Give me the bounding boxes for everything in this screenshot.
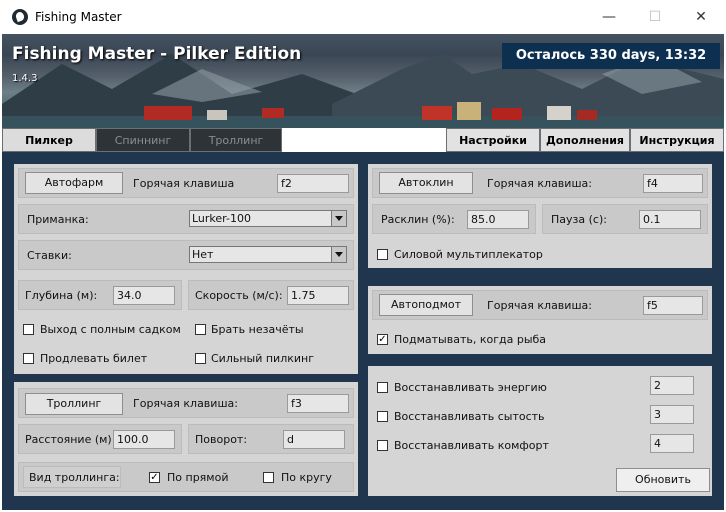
tab-spinning[interactable]: Спиннинг	[96, 128, 190, 152]
minimize-button[interactable]: —	[586, 0, 632, 34]
satiety-checkbox[interactable]	[377, 411, 388, 422]
depth-row: Глубина (м): 34.0	[18, 280, 182, 310]
reel-label: Подматывать, когда рыба	[394, 333, 547, 346]
close-button[interactable]: ✕	[678, 0, 724, 34]
strong-pilking-checkbox[interactable]	[195, 353, 206, 364]
straight-checkbox[interactable]: ✓	[149, 472, 160, 483]
energy-input[interactable]: 2	[650, 376, 694, 395]
trolling-hotkey-input[interactable]: f3	[287, 394, 349, 413]
trolling-type-label-box: Вид троллинга:	[23, 466, 121, 488]
bait-label: Приманка:	[27, 213, 89, 226]
pause-row: Пауза (с): 0.1	[542, 204, 708, 234]
app-title: Fishing Master - Pilker Edition	[12, 44, 302, 64]
straight-label: По прямой	[167, 471, 229, 484]
speed-row: Скорость (м/с): 1.75	[188, 280, 354, 310]
circle-label: По кругу	[281, 471, 332, 484]
trolling-row: Троллинг Горячая клавиша: f3	[18, 388, 354, 418]
license-remaining: Осталось 330 days, 13:32	[502, 43, 720, 69]
window-title: Fishing Master	[35, 10, 122, 24]
tab-trolling[interactable]: Троллинг	[190, 128, 282, 152]
reel-checkbox[interactable]: ✓	[377, 334, 388, 345]
autoreel-button[interactable]: Автоподмот	[379, 294, 473, 316]
title-bar: Fishing Master — ☐ ✕	[0, 0, 726, 34]
app-version: 1.4.3	[12, 73, 38, 84]
energy-checkbox[interactable]	[377, 382, 388, 393]
autoclean-button[interactable]: Автоклин	[379, 172, 473, 194]
raskl-label: Расклин (%):	[381, 213, 455, 226]
depth-label: Глубина (м):	[25, 289, 98, 302]
turn-row: Поворот: d	[188, 424, 354, 454]
comfort-checkbox[interactable]	[377, 440, 388, 451]
speed-label: Скорость (м/с):	[195, 289, 283, 302]
bets-label: Ставки:	[27, 249, 72, 262]
autoclean-panel: Автоклин Горячая клавиша: f4 Расклин (%)…	[368, 164, 712, 268]
satiety-label: Восстанавливать сытость	[394, 410, 545, 423]
restore-panel: Восстанавливать энергию 2 Восстанавливат…	[368, 366, 712, 496]
autofarm-row: Автофарм Горячая клавиша f2	[18, 168, 354, 198]
trolling-button[interactable]: Троллинг	[25, 393, 123, 415]
tab-settings[interactable]: Настройки	[446, 128, 540, 152]
comfort-label: Восстанавливать комфорт	[394, 439, 549, 452]
trolling-type-row: Вид троллинга: ✓ По прямой По кругу	[18, 462, 354, 492]
autoclean-hotkey-input[interactable]: f4	[643, 174, 703, 193]
distance-input[interactable]: 100.0	[113, 430, 175, 449]
extend-ticket-label: Продлевать билет	[40, 352, 148, 365]
bets-select[interactable]: Нет	[189, 246, 347, 263]
pilker-panel: Автофарм Горячая клавиша f2 Приманка: Lu…	[14, 164, 358, 374]
tab-addons[interactable]: Дополнения	[540, 128, 630, 152]
main-content: Автофарм Горячая клавиша f2 Приманка: Lu…	[2, 152, 724, 510]
multiplier-checkbox[interactable]	[377, 249, 388, 260]
pause-input[interactable]: 0.1	[639, 210, 701, 229]
autoreel-row: Автоподмот Горячая клавиша: f5	[372, 290, 708, 320]
bets-row: Ставки: Нет	[18, 240, 354, 270]
multiplier-label: Силовой мультиплекатор	[394, 248, 543, 261]
turn-input[interactable]: d	[283, 430, 345, 449]
circle-checkbox[interactable]	[263, 472, 274, 483]
depth-input[interactable]: 34.0	[113, 286, 175, 305]
autofarm-hotkey-input[interactable]: f2	[277, 174, 349, 193]
comfort-input[interactable]: 4	[650, 434, 694, 453]
autoclean-hotkey-label: Горячая клавиша:	[487, 177, 592, 190]
exit-full-checkbox[interactable]	[23, 324, 34, 335]
chevron-down-icon[interactable]	[331, 211, 346, 226]
turn-label: Поворот:	[195, 433, 248, 446]
exit-full-label: Выход с полным садком	[40, 323, 181, 336]
trolling-type-label: Вид троллинга:	[29, 471, 120, 484]
distance-label: Расстояние (м):	[25, 433, 116, 446]
trolling-hotkey-label: Горячая клавиша:	[133, 397, 238, 410]
extend-ticket-checkbox[interactable]	[23, 353, 34, 364]
speed-input[interactable]: 1.75	[287, 286, 349, 305]
tab-instructions[interactable]: Инструкция	[630, 128, 724, 152]
bait-row: Приманка: Lurker-100	[18, 204, 354, 234]
autoreel-hotkey-label: Горячая клавиша:	[487, 299, 592, 312]
maximize-button[interactable]: ☐	[632, 0, 678, 34]
strong-pilking-label: Сильный пилкинг	[211, 352, 315, 365]
autoclean-row: Автоклин Горячая клавиша: f4	[372, 168, 708, 198]
raskl-row: Расклин (%): 85.0	[372, 204, 536, 234]
chevron-down-icon[interactable]	[331, 247, 346, 262]
energy-label: Восстанавливать энергию	[394, 381, 547, 394]
trolling-panel: Троллинг Горячая клавиша: f3 Расстояние …	[14, 382, 358, 496]
autoreel-hotkey-input[interactable]: f5	[643, 296, 703, 315]
bets-selected-value: Нет	[192, 248, 214, 261]
pause-label: Пауза (с):	[551, 213, 607, 226]
banner-image: Fishing Master - Pilker Edition 1.4.3 Ос…	[2, 34, 724, 128]
distance-row: Расстояние (м): 100.0	[18, 424, 182, 454]
autoreel-panel: Автоподмот Горячая клавиша: f5 ✓ Подматы…	[368, 286, 712, 354]
take-misses-checkbox[interactable]	[195, 324, 206, 335]
app-logo-icon	[12, 9, 28, 25]
bait-selected-value: Lurker-100	[192, 212, 251, 225]
autofarm-hotkey-label: Горячая клавиша	[133, 177, 235, 190]
bait-select[interactable]: Lurker-100	[189, 210, 347, 227]
tab-pilker[interactable]: Пилкер	[2, 128, 96, 152]
autofarm-button[interactable]: Автофарм	[25, 172, 123, 194]
raskl-input[interactable]: 85.0	[467, 210, 529, 229]
satiety-input[interactable]: 3	[650, 405, 694, 424]
take-misses-label: Брать незачёты	[211, 323, 304, 336]
update-button[interactable]: Обновить	[616, 468, 710, 492]
